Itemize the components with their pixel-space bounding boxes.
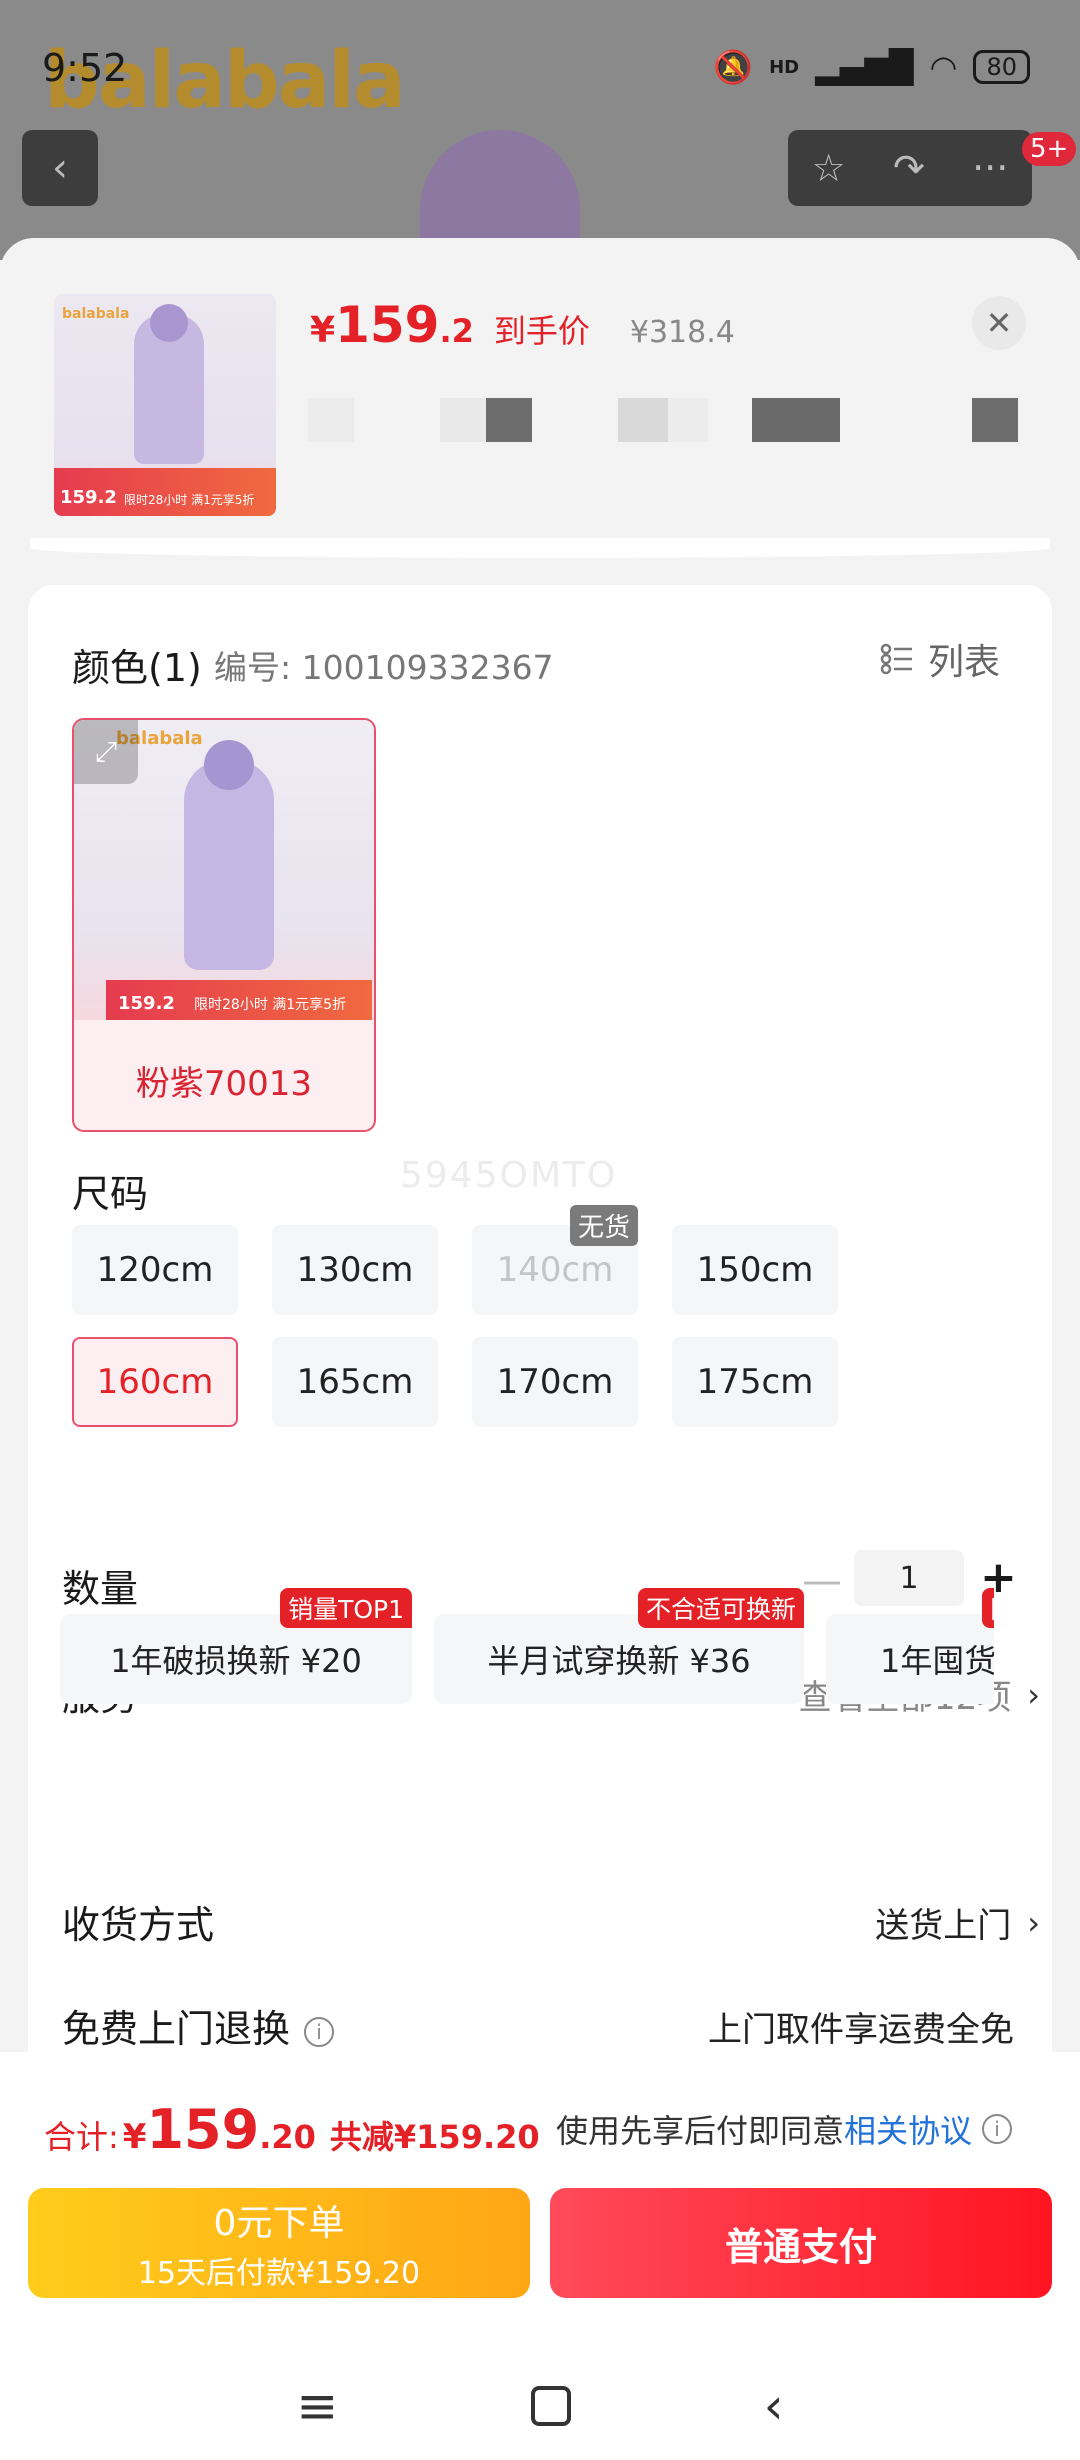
redacted-block <box>308 398 354 442</box>
star-icon[interactable]: ☆ <box>812 146 846 190</box>
back-button[interactable]: ‹ <box>22 130 98 206</box>
header-actions: ☆ ↷ ··· <box>788 130 1032 206</box>
thumbnail-promo: 限时28小时 满1元享5折 <box>124 493 255 507</box>
final-price-label: 到手价 <box>493 312 590 350</box>
list-icon <box>880 643 912 675</box>
delivery-method-value: 送货上门 <box>875 1906 1012 1946</box>
redacted-block <box>752 398 840 442</box>
free-return-label: 免费上门退换 <box>62 2007 291 2051</box>
product-code: 编号: 100109332367 <box>214 648 554 687</box>
thumbnail-brand: balabala <box>62 306 130 322</box>
total-label: 合计: <box>44 2118 119 2156</box>
pay-later-button[interactable]: 0元下单 15天后付款¥159.20 <box>28 2188 530 2298</box>
list-view-toggle[interactable]: 列表 <box>880 633 1000 685</box>
redacted-block <box>618 398 668 442</box>
list-view-label: 列表 <box>928 642 1001 683</box>
service-option-tag: 囤货 <box>982 1588 994 1628</box>
normal-pay-button[interactable]: 普通支付 <box>550 2188 1052 2298</box>
total-savings: 共减¥159.20 <box>329 2118 540 2156</box>
size-option-170[interactable]: 170cm <box>472 1337 638 1427</box>
color-option-banner-promo: 限时28小时 满1元享5折 <box>194 997 347 1013</box>
service-option-label: 1年囤货无 <box>880 1642 994 1680</box>
original-price: ¥318.4 <box>629 315 735 350</box>
out-of-stock-badge: 无货 <box>569 1205 638 1246</box>
size-option-160[interactable]: 160cm <box>72 1337 238 1427</box>
color-option-selected[interactable]: balabala 159.2 限时28小时 满1元享5折 ⤢ 粉紫70013 <box>72 718 376 1132</box>
status-bar: 9:52 🔕 HD ▂▄▆█ ◠ 80 <box>0 0 1080 130</box>
status-icons: 🔕 HD ▂▄▆█ ◠ 80 <box>713 48 1030 86</box>
size-option-175[interactable]: 175cm <box>672 1337 838 1427</box>
total-price: 合计: ¥ 159 .20 共减¥159.20 <box>44 2098 540 2161</box>
service-option-label: 1年破损换新 ¥20 <box>110 1642 362 1680</box>
redacted-block <box>486 398 532 442</box>
color-section-title: 颜色(1) <box>72 646 202 690</box>
size-option-150[interactable]: 150cm <box>672 1225 838 1315</box>
delivery-method[interactable]: 送货上门 › <box>875 1898 1040 1947</box>
total-integer: 159 <box>146 2098 260 2161</box>
expand-icon[interactable]: ⤢ <box>74 720 138 784</box>
system-nav-bar: ≡ ‹ <box>0 2352 1080 2460</box>
color-option-label: 粉紫70013 <box>135 1064 313 1104</box>
divider-curve <box>30 538 1050 558</box>
size-option-label: 140cm <box>496 1250 614 1290</box>
price-currency: ¥ <box>310 310 336 351</box>
size-option-130[interactable]: 130cm <box>272 1225 438 1315</box>
share-icon[interactable]: ↷ <box>893 146 925 190</box>
status-time: 9:52 <box>42 46 128 90</box>
wifi-icon: ◠ <box>929 48 958 86</box>
redacted-block <box>440 398 486 442</box>
product-thumbnail[interactable]: balabala 159.2 限时28小时 满1元享5折 <box>54 294 276 516</box>
size-option-165[interactable]: 165cm <box>272 1337 438 1427</box>
watermark: 5945OMTO <box>400 1155 618 1196</box>
chevron-right-icon: › <box>1027 1903 1040 1942</box>
service-option-tag: 销量TOP1 <box>280 1588 412 1628</box>
color-option-banner-price: 159.2 <box>118 993 175 1014</box>
size-option-140[interactable]: 140cm 无货 <box>472 1205 638 1315</box>
size-section-title: 尺码 <box>72 1172 149 1216</box>
redacted-block <box>972 398 1018 442</box>
back-nav-icon[interactable]: ‹ <box>764 2377 784 2435</box>
price-decimal: .2 <box>439 312 474 350</box>
service-options: 1年破损换新 ¥20 销量TOP1 半月试穿换新 ¥36 不合适可换新 1年囤货… <box>0 1578 994 1718</box>
agreement-text: 使用先享后付即同意 相关协议 i <box>556 2106 1013 2152</box>
free-return-value: 上门取件享运费全免 <box>708 2010 1014 2050</box>
info-icon[interactable]: i <box>982 2114 1013 2144</box>
product-summary: balabala 159.2 限时28小时 满1元享5折 ¥ 159 .2 到手… <box>0 238 1080 558</box>
chevron-right-icon: › <box>1027 1675 1040 1714</box>
price-row: ¥ 159 .2 到手价 ¥318.4 <box>310 296 735 354</box>
free-return-title: 免费上门退换 i <box>62 1998 335 2053</box>
total-currency: ¥ <box>122 2117 147 2157</box>
back-icon: ‹ <box>52 145 68 191</box>
menu-nav-icon[interactable]: ≡ <box>296 2377 338 2435</box>
pay-later-line1: 0元下单 <box>213 2203 345 2244</box>
total-decimal: .20 <box>259 2118 316 2156</box>
agreement-link[interactable]: 相关协议 <box>844 2106 972 2152</box>
mute-icon: 🔕 <box>713 48 754 86</box>
signal-icon: ▂▄▆█ <box>815 48 914 86</box>
home-nav-icon[interactable] <box>530 2386 571 2426</box>
service-option-stock[interactable]: 1年囤货无 囤货 <box>826 1588 994 1704</box>
redacted-block <box>668 398 708 442</box>
close-button[interactable]: ✕ <box>972 296 1026 350</box>
more-icon[interactable]: ··· <box>972 146 1008 190</box>
battery-icon: 80 <box>973 50 1030 84</box>
checkout-bar: 合计: ¥ 159 .20 共减¥159.20 使用先享后付即同意 相关协议 i… <box>0 2052 1080 2460</box>
delivery-title: 收货方式 <box>62 1903 215 1947</box>
pay-later-line2: 15天后付款¥159.20 <box>137 2256 421 2291</box>
network-label: HD <box>769 56 800 78</box>
price-integer: 159 <box>335 296 440 354</box>
service-option-trial[interactable]: 半月试穿换新 ¥36 不合适可换新 <box>434 1588 804 1704</box>
service-option-label: 半月试穿换新 ¥36 <box>487 1642 751 1680</box>
service-option-tag: 不合适可换新 <box>637 1588 804 1628</box>
notification-badge: 5+ <box>1022 132 1077 166</box>
thumbnail-price: 159.2 <box>60 487 117 508</box>
size-option-120[interactable]: 120cm <box>72 1225 238 1315</box>
agreement-prefix: 使用先享后付即同意 <box>556 2112 845 2150</box>
service-option-damage[interactable]: 1年破损换新 ¥20 销量TOP1 <box>60 1588 412 1704</box>
info-icon[interactable]: i <box>304 2016 335 2047</box>
close-icon: ✕ <box>985 304 1013 342</box>
